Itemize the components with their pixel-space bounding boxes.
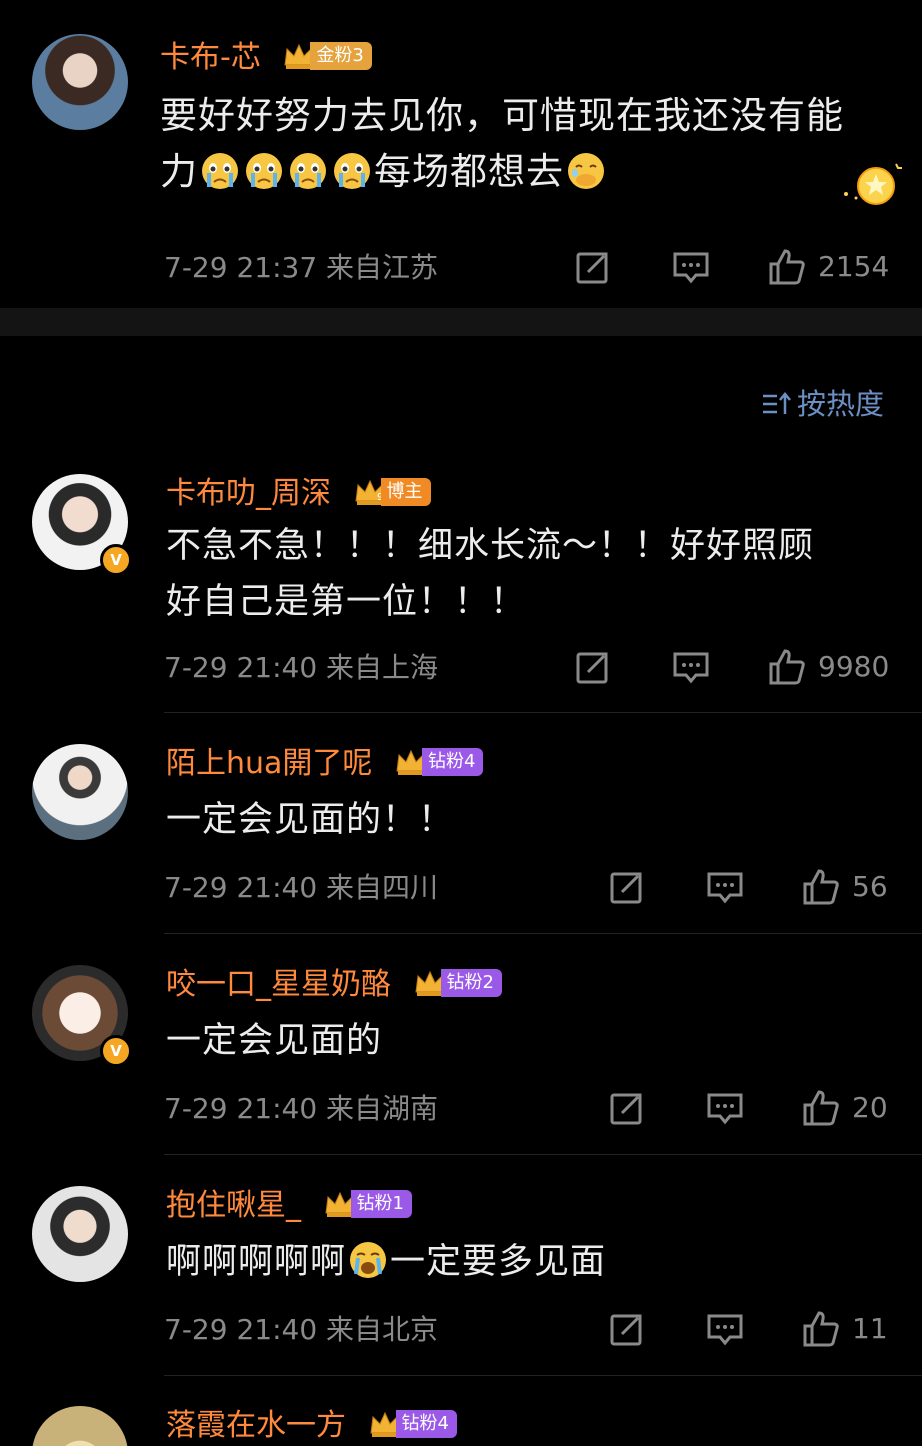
like-count: 2154 [818, 250, 890, 283]
post-text-fragment: 每场都想去 [374, 150, 564, 193]
comment-icon[interactable] [672, 648, 710, 686]
post-text-line2: 力 每场都想去 [160, 144, 880, 200]
like-icon[interactable] [802, 1089, 840, 1127]
comment-text-fragment: 一定要多见面 [390, 1242, 607, 1282]
fan-badge[interactable]: 金粉3 [282, 41, 372, 71]
comment-username[interactable]: 陌上hua開了呢 钻粉4 [166, 744, 484, 784]
fan-badge[interactable]: 9 博主 [353, 477, 431, 507]
comment-divider [164, 1375, 922, 1376]
sort-button[interactable]: 按热度 [761, 384, 884, 424]
comment-username[interactable]: 卡布叻_周深 9 博主 [166, 474, 431, 514]
crying-face-emoji-icon [334, 153, 370, 189]
verified-icon: V [100, 544, 132, 576]
verified-icon: V [100, 1035, 132, 1067]
username-text[interactable]: 卡布叻_周深 [166, 476, 331, 511]
like-count: 9980 [818, 650, 890, 683]
comment-text-line: 不急不急！！！细水长流～！！好好照顾 [166, 526, 815, 566]
username-text[interactable]: 抱住啾星_ [166, 1188, 301, 1223]
share-icon[interactable] [574, 248, 612, 286]
comment-text: 不急不急！！！细水长流～！！好好照顾 好自己是第一位！！！ [166, 518, 866, 630]
like-count: 11 [852, 1312, 888, 1345]
like-count: 56 [852, 870, 888, 903]
like-count: 20 [852, 1091, 888, 1124]
avatar[interactable] [32, 744, 128, 840]
comment-icon[interactable] [706, 1089, 744, 1127]
comment-username[interactable]: 咬一口_星星奶酪 钻粉2 [166, 965, 502, 1005]
comment-icon[interactable] [706, 868, 744, 906]
like-icon[interactable] [802, 1310, 840, 1348]
comment-actions: 20 [608, 1089, 888, 1127]
comment-divider [164, 933, 922, 934]
post-actions: 2154 [574, 248, 889, 286]
post-text-line1: 要好好努力去见你，可惜现在我还没有能 [160, 94, 844, 137]
fan-badge[interactable]: 钻粉4 [394, 747, 484, 777]
comment-actions: 56 [608, 868, 888, 906]
comment-icon[interactable] [706, 1310, 744, 1348]
comment-username[interactable]: 抱住啾星_ 钻粉1 [166, 1186, 412, 1226]
like-icon[interactable] [802, 868, 840, 906]
section-divider [0, 308, 922, 336]
comment-divider [164, 712, 922, 713]
username-text[interactable]: 落霞在水一方 [166, 1408, 346, 1443]
comment-meta: 7-29 21:40 来自四川 [164, 871, 439, 904]
share-icon[interactable] [608, 868, 646, 906]
fan-badge[interactable]: 钻粉4 [368, 1409, 457, 1439]
share-icon[interactable] [608, 1310, 646, 1348]
post-username[interactable]: 卡布-芯 金粉3 [160, 38, 372, 78]
comment-text-line: 好自己是第一位！！！ [166, 582, 527, 622]
original-post: 卡布-芯 金粉3 要好好努力去见你，可惜现在我还没有能 力 每场都想去 7-29 … [0, 0, 922, 308]
comment-text: 一定会见面的！！ [166, 800, 455, 840]
comment-username[interactable]: 落霞在水一方 钻粉4 [166, 1406, 457, 1446]
crying-face-emoji-icon [202, 153, 238, 189]
fan-badge[interactable]: 钻粉2 [413, 968, 502, 998]
crying-face-emoji-icon [246, 153, 282, 189]
like-icon[interactable] [768, 648, 806, 686]
badge-label: 钻粉4 [395, 1409, 457, 1438]
share-icon[interactable] [608, 1089, 646, 1127]
comment-meta: 7-29 21:40 来自上海 [164, 651, 439, 684]
badge-label: 金粉3 [310, 41, 372, 70]
badge-label: 钻粉4 [421, 747, 484, 776]
comment-actions: 11 [608, 1310, 888, 1348]
comment-text-fragment: 啊啊啊啊啊 [166, 1242, 347, 1282]
comment-meta: 7-29 21:40 来自北京 [164, 1313, 439, 1346]
crying-face-emoji-icon [290, 153, 326, 189]
sort-label: 按热度 [796, 387, 884, 421]
crying-face-emoji-icon [350, 1242, 387, 1278]
comment-meta: 7-29 21:40 来自湖南 [164, 1092, 439, 1125]
comment-divider [164, 1154, 922, 1155]
hand-over-mouth-emoji-icon [568, 153, 604, 189]
fan-badge[interactable]: 钻粉1 [323, 1189, 412, 1219]
badge-label: 博主 [380, 477, 431, 506]
username-text[interactable]: 陌上hua開了呢 [166, 746, 372, 781]
comment-text: 一定会见面的 [166, 1021, 383, 1061]
username-text[interactable]: 卡布-芯 [160, 40, 261, 75]
comment-icon[interactable] [672, 248, 710, 286]
comment-text: 啊啊啊啊啊 一定要多见面 [166, 1234, 866, 1290]
comment-actions: 9980 [574, 648, 889, 686]
comment-page: 卡布-芯 金粉3 要好好努力去见你，可惜现在我还没有能 力 每场都想去 7-29 … [0, 0, 922, 1446]
post-text-fragment: 力 [160, 150, 198, 193]
avatar[interactable] [32, 34, 128, 130]
badge-label: 钻粉2 [440, 968, 502, 997]
avatar[interactable] [32, 1186, 128, 1282]
username-text[interactable]: 咬一口_星星奶酪 [166, 967, 391, 1002]
badge-label: 钻粉1 [350, 1189, 412, 1218]
avatar[interactable] [32, 1406, 128, 1446]
share-icon[interactable] [574, 648, 612, 686]
star-sticker-icon [844, 163, 902, 205]
post-text: 要好好努力去见你，可惜现在我还没有能 力 每场都想去 [160, 88, 880, 200]
sort-icon [762, 392, 791, 414]
post-meta: 7-29 21:37 来自江苏 [164, 251, 439, 284]
like-icon[interactable] [768, 248, 806, 286]
